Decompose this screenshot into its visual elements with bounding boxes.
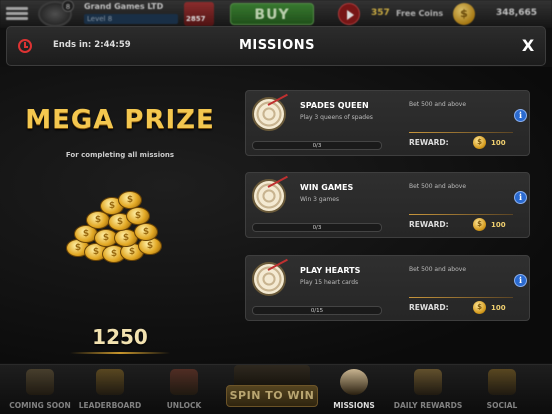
reward-amount: 100 — [491, 221, 506, 229]
divider — [409, 214, 513, 215]
missions-header: Ends in: 2:44:59 MISSIONS X — [6, 26, 546, 66]
spin-wheel-icon — [234, 365, 310, 385]
divider — [409, 297, 513, 298]
mission-name: WIN GAMES — [300, 183, 354, 192]
close-button[interactable]: X — [517, 35, 539, 57]
nav-label: UNLOCK — [166, 401, 202, 410]
mission-name: SPADES QUEEN — [300, 101, 369, 110]
mission-card: SPADES QUEEN Play 3 queens of spades Bet… — [245, 90, 530, 156]
free-coins-label[interactable]: Free Coins — [396, 9, 443, 18]
mission-progress-bar: 0/3 — [252, 141, 382, 150]
trophy-icon — [26, 369, 54, 395]
progress-text: 0/15 — [310, 308, 324, 314]
info-button[interactable]: i — [514, 191, 527, 204]
nav-label: COMING SOON — [9, 401, 71, 410]
mission-card: PLAY HEARTS Play 15 heart cards Bet 500 … — [245, 255, 530, 321]
mission-progress-bar: 0/15 — [252, 306, 382, 315]
divider — [409, 132, 513, 133]
nav-item-social[interactable]: SOCIAL — [470, 367, 534, 413]
progress-text: 0/3 — [312, 143, 322, 149]
coin-icon: $ — [126, 207, 150, 225]
info-button[interactable]: i — [514, 274, 527, 287]
mission-card: WIN GAMES Win 3 games Bet 500 and above … — [245, 172, 530, 238]
coin-icon: $ — [473, 136, 486, 149]
prize-glow-divider — [70, 352, 170, 354]
nav-label: LEADERBOARD — [78, 401, 142, 410]
progress-text: 0/3 — [312, 225, 322, 231]
podium-icon — [96, 369, 124, 395]
spin-to-win-button[interactable]: SPIN TO WIN — [226, 385, 318, 407]
nav-item-missions[interactable]: MISSIONS — [322, 367, 386, 413]
mission-description: Play 3 queens of spades — [300, 114, 373, 121]
page-title: MISSIONS — [238, 38, 316, 53]
top-bar: 8 Grand Games LTD Level 8 2857 BUY 357 F… — [0, 0, 552, 28]
nav-item-leaderboard[interactable]: LEADERBOARD — [78, 367, 142, 413]
mission-description: Play 15 heart cards — [300, 279, 359, 286]
mission-condition: Bet 500 and above — [409, 101, 467, 108]
nav-label: SOCIAL — [486, 401, 518, 410]
coin-icon: $ — [473, 301, 486, 314]
nav-item-unlock[interactable]: UNLOCK — [152, 367, 216, 413]
mega-prize-title: MEGA PRIZE — [25, 105, 215, 135]
target-icon — [252, 179, 286, 213]
hamburger-menu-icon[interactable] — [6, 5, 28, 23]
reward-label: REWARD: — [409, 220, 449, 229]
characters-icon — [170, 369, 198, 395]
reward-amount: 100 — [491, 304, 506, 312]
nav-item-daily-rewards[interactable]: DAILY REWARDS — [392, 367, 464, 413]
gift-icon — [414, 369, 442, 395]
level-badge: 8 — [62, 0, 74, 12]
coin-pile-image: $ $ $ $ $ $ $ $ $ $ $ $ $ $ — [56, 187, 186, 267]
free-coins-count: 357 — [371, 8, 390, 18]
coin-balance: 348,665 — [496, 8, 537, 18]
mission-condition: Bet 500 and above — [409, 183, 467, 190]
nav-label: DAILY REWARDS — [393, 401, 463, 410]
bottom-nav: COMING SOON LEADERBOARD UNLOCK SPIN TO W… — [0, 364, 552, 414]
target-icon — [252, 97, 286, 131]
mission-description: Win 3 games — [300, 196, 340, 203]
mission-condition: Bet 500 and above — [409, 266, 467, 273]
target-icon — [252, 262, 286, 296]
reward-label: REWARD: — [409, 138, 449, 147]
coin-icon: $ — [118, 191, 142, 209]
coin-icon: $ — [473, 218, 486, 231]
coin-icon: $ — [134, 223, 158, 241]
mega-prize-subtitle: For completing all missions — [65, 151, 175, 159]
player-name: Grand Games LTD — [84, 2, 164, 11]
nav-label: MISSIONS — [333, 401, 375, 410]
mega-prize-amount: 1250 — [92, 325, 148, 349]
info-button[interactable]: i — [514, 109, 527, 122]
mission-progress-bar: 0/3 — [252, 223, 382, 232]
buy-button[interactable]: BUY — [230, 3, 314, 25]
people-icon — [488, 369, 516, 395]
reward-label: REWARD: — [409, 303, 449, 312]
missions-panel: MEGA PRIZE For completing all missions $… — [0, 67, 552, 363]
nav-item-coming-soon[interactable]: COMING SOON — [8, 367, 72, 413]
target-icon — [340, 369, 368, 395]
reward-amount: 100 — [491, 139, 506, 147]
gift-count: 2857 — [186, 15, 206, 23]
coin-icon: $ — [453, 3, 475, 25]
player-level: Level 8 — [84, 14, 178, 24]
video-reward-icon[interactable] — [338, 3, 360, 25]
mission-name: PLAY HEARTS — [300, 266, 361, 275]
